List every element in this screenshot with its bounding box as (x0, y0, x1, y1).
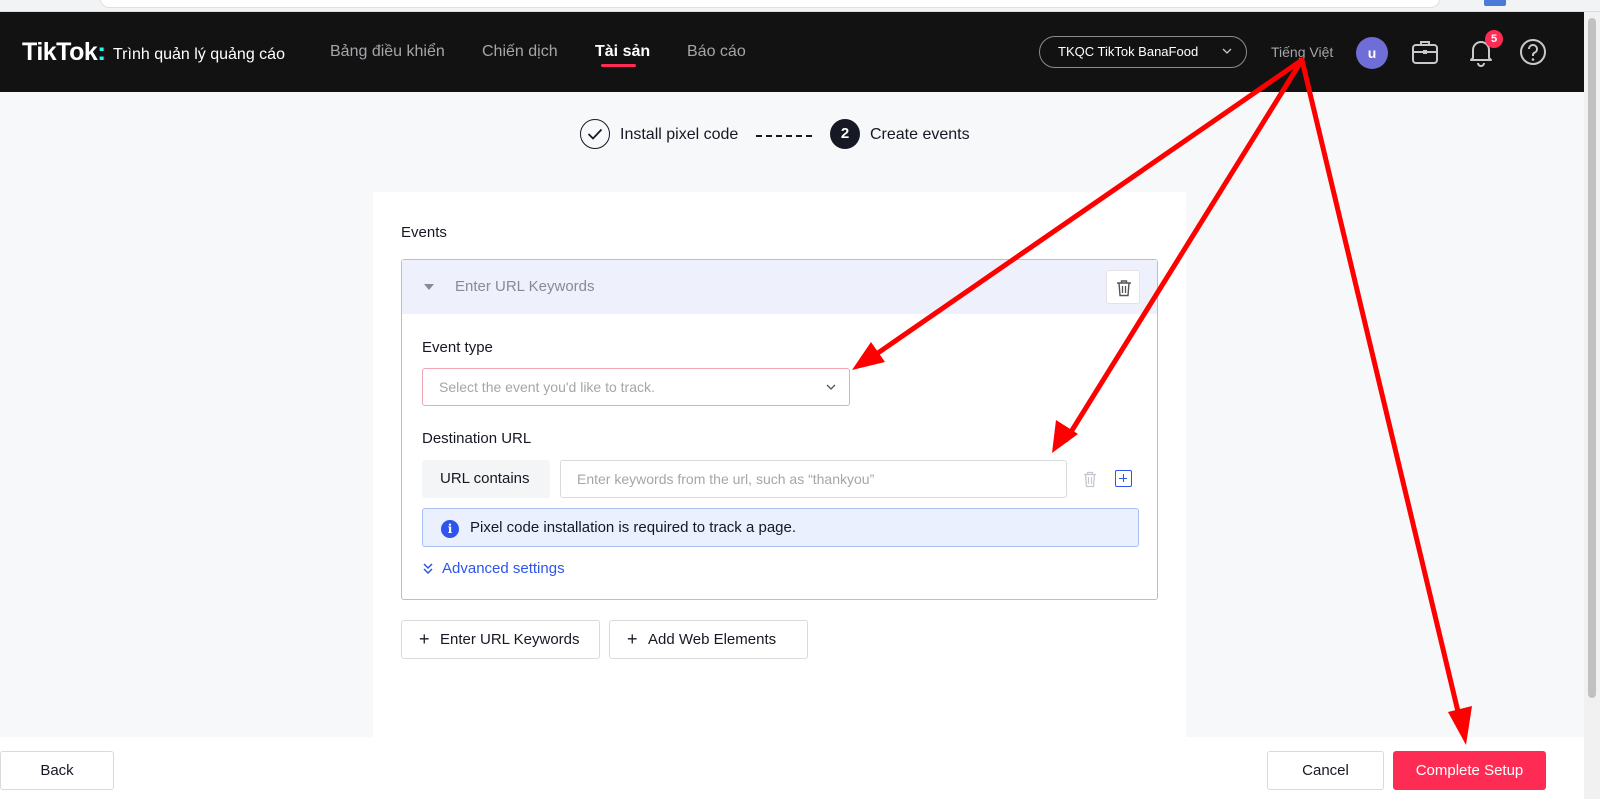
step-number: 2 (830, 119, 860, 149)
scrollbar-thumb[interactable] (1588, 18, 1596, 698)
back-button[interactable]: Back (0, 751, 114, 790)
notification-badge: 5 (1485, 30, 1503, 48)
tiktok-logo[interactable]: TikTok: (22, 38, 111, 67)
event-rule-title: Enter URL Keywords (455, 278, 595, 295)
chevron-down-icon (1222, 48, 1232, 54)
advanced-settings-toggle[interactable]: Advanced settings (422, 560, 565, 577)
page-scrollbar[interactable] (1584, 12, 1600, 799)
plus-icon: + (419, 629, 430, 649)
checkmark-icon (587, 128, 602, 140)
double-chevron-down-icon (423, 563, 433, 575)
footer-bar: Back Cancel Complete Setup (0, 737, 1584, 799)
briefcase-icon[interactable] (1410, 37, 1440, 67)
plus-icon: + (627, 629, 638, 649)
chevron-down-icon (826, 384, 836, 390)
info-icon: i (441, 520, 459, 538)
new-badge (1484, 0, 1506, 6)
event-rule-header[interactable]: Enter URL Keywords (402, 260, 1157, 314)
add-url-condition-button[interactable] (1115, 470, 1132, 487)
info-text: Pixel code installation is required to t… (470, 519, 797, 536)
destination-url-label: Destination URL (422, 430, 532, 447)
collapse-triangle-icon[interactable] (424, 284, 434, 290)
step-create-events-label: Create events (870, 126, 970, 143)
nav-reports[interactable]: Báo cáo (687, 43, 746, 61)
add-web-elements-label: Add Web Elements (648, 631, 777, 648)
account-name: TKQC TikTok BanaFood (1058, 44, 1199, 59)
browser-chrome (0, 0, 1600, 12)
app-subtitle: Trình quản lý quảng cáo (113, 46, 285, 63)
top-navigation-bar: TikTok: Trình quản lý quảng cáo Bảng điề… (0, 12, 1584, 92)
url-rule-type: URL contains (422, 460, 550, 498)
event-type-placeholder: Select the event you'd like to track. (439, 379, 655, 395)
add-url-keywords-label: Enter URL Keywords (440, 631, 580, 648)
url-keyword-input[interactable] (560, 460, 1067, 498)
complete-setup-button[interactable]: Complete Setup (1393, 751, 1546, 790)
browser-address-bar[interactable] (100, 0, 1440, 8)
help-icon[interactable] (1518, 37, 1548, 67)
event-rule-panel: Enter URL Keywords Event type Select the… (401, 259, 1158, 600)
add-url-keywords-button[interactable]: + Enter URL Keywords (401, 620, 600, 659)
cancel-button[interactable]: Cancel (1267, 751, 1384, 790)
setup-stepper: Install pixel code 2 Create events (0, 119, 1584, 153)
step-install-pixel-label: Install pixel code (620, 126, 739, 143)
event-type-label: Event type (422, 339, 493, 356)
nav-assets[interactable]: Tài sản (595, 43, 650, 61)
event-type-select[interactable]: Select the event you'd like to track. (422, 368, 850, 406)
advanced-settings-label: Advanced settings (442, 560, 565, 577)
delete-event-button[interactable] (1106, 270, 1140, 304)
events-title: Events (401, 224, 447, 241)
info-message: i Pixel code installation is required to… (422, 508, 1139, 547)
nav-dashboard[interactable]: Bảng điều khiển (330, 43, 445, 61)
active-nav-indicator (601, 64, 636, 67)
trash-icon[interactable] (1083, 471, 1097, 488)
language-selector[interactable]: Tiếng Việt (1271, 44, 1333, 60)
nav-campaigns[interactable]: Chiến dịch (482, 43, 558, 61)
user-avatar[interactable]: u (1356, 37, 1388, 69)
account-selector[interactable]: TKQC TikTok BanaFood (1039, 36, 1247, 68)
step-complete-check (580, 119, 610, 149)
step-connector (756, 135, 812, 137)
add-web-elements-button[interactable]: + Add Web Elements (609, 620, 808, 659)
trash-icon (1117, 280, 1131, 297)
